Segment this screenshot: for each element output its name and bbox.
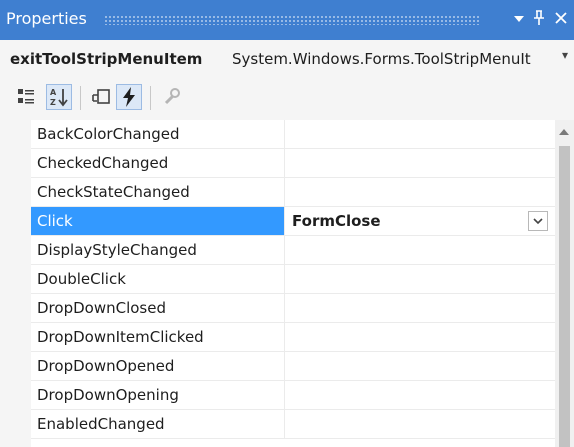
property-pages-icon	[164, 88, 180, 105]
vertical-scrollbar[interactable]	[555, 120, 574, 447]
svg-text:A: A	[50, 88, 57, 97]
categorized-button[interactable]	[14, 84, 40, 110]
properties-toolbar: A Z	[0, 78, 574, 120]
event-name: DisplayStyleChanged	[31, 236, 285, 264]
scroll-up-icon[interactable]	[559, 129, 569, 135]
event-name: CheckedChanged	[31, 149, 285, 177]
handler-dropdown-button[interactable]	[528, 211, 548, 231]
event-handler[interactable]	[286, 120, 555, 148]
events-button[interactable]	[116, 84, 142, 110]
event-handler[interactable]	[286, 265, 555, 293]
event-row[interactable]: EnabledChanged	[31, 410, 555, 439]
event-handler[interactable]	[286, 178, 555, 206]
properties-title-bar[interactable]: Properties	[0, 0, 574, 40]
event-name: Click	[31, 207, 285, 235]
event-handler[interactable]	[286, 149, 555, 177]
chevron-down-icon	[533, 218, 543, 225]
event-name: CheckStateChanged	[31, 178, 285, 206]
alphabetical-button[interactable]: A Z	[46, 84, 72, 110]
event-name: EnabledChanged	[31, 410, 285, 438]
title-bar-grip[interactable]	[104, 15, 480, 25]
event-name: DoubleClick	[31, 265, 285, 293]
events-grid: BackColorChanged CheckedChanged CheckSta…	[0, 120, 574, 447]
event-name: DropDownOpening	[31, 381, 285, 409]
chevron-down-icon[interactable]: ▾	[562, 48, 568, 62]
alphabetical-icon: A Z	[50, 88, 68, 107]
object-selector[interactable]: exitToolStripMenuItem System.Windows.For…	[0, 40, 574, 78]
selected-object-name: exitToolStripMenuItem	[10, 50, 203, 68]
events-icon	[123, 87, 135, 107]
categorized-icon	[18, 89, 34, 104]
selected-object-type: System.Windows.Forms.ToolStripMenuIt	[232, 50, 531, 68]
event-row[interactable]: BackColorChanged	[31, 120, 555, 149]
toolbar-separator	[150, 86, 151, 110]
close-icon[interactable]	[552, 7, 570, 30]
properties-icon	[92, 89, 110, 104]
event-handler[interactable]	[286, 381, 555, 409]
event-row[interactable]: CheckedChanged	[31, 149, 555, 178]
event-handler[interactable]	[286, 294, 555, 322]
pin-icon[interactable]	[530, 7, 548, 32]
event-row[interactable]: CheckStateChanged	[31, 178, 555, 207]
svg-text:Z: Z	[50, 98, 56, 107]
panel-title: Properties	[6, 9, 87, 28]
event-row[interactable]: DropDownOpening	[31, 381, 555, 410]
event-row[interactable]: DropDownItemClicked	[31, 323, 555, 352]
event-handler[interactable]	[286, 323, 555, 351]
event-row[interactable]: DisplayStyleChanged	[31, 236, 555, 265]
event-handler[interactable]	[286, 236, 555, 264]
event-handler[interactable]	[286, 410, 555, 438]
grid-gutter	[0, 120, 31, 447]
window-position-dropdown-icon[interactable]	[510, 7, 528, 31]
event-row-selected[interactable]: Click FormClose	[31, 207, 555, 236]
toolbar-separator	[80, 86, 81, 110]
properties-button[interactable]	[88, 84, 114, 110]
event-name: DropDownItemClicked	[31, 323, 285, 351]
event-handler[interactable]	[286, 352, 555, 380]
event-row[interactable]: DropDownClosed	[31, 294, 555, 323]
event-row[interactable]: DropDownOpened	[31, 352, 555, 381]
event-name: BackColorChanged	[31, 120, 285, 148]
event-handler[interactable]: FormClose	[286, 207, 555, 235]
scrollbar-thumb[interactable]	[559, 146, 570, 447]
property-pages-button[interactable]	[158, 84, 184, 110]
event-row[interactable]: DoubleClick	[31, 265, 555, 294]
event-name: DropDownClosed	[31, 294, 285, 322]
event-name: DropDownOpened	[31, 352, 285, 380]
